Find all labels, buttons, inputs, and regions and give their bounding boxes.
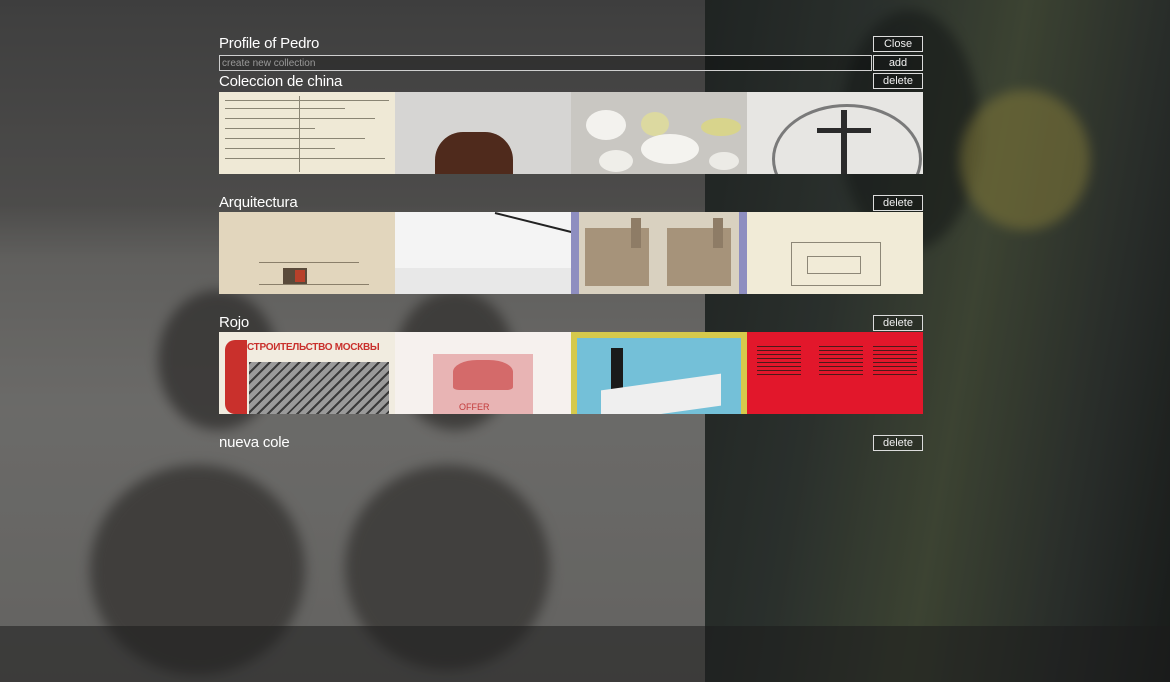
collection-nueva-cole: nueva cole delete [219, 432, 923, 452]
plate-rim [772, 104, 922, 174]
close-button[interactable]: Close [873, 36, 923, 52]
collection-header: Arquitectura delete [219, 192, 923, 212]
cross-horizontal [817, 128, 871, 133]
thumbnail-floor-plan[interactable] [747, 212, 923, 294]
thumbnail-cathedral-stereograph[interactable] [571, 212, 747, 294]
thumbnail-tea-set[interactable] [571, 92, 747, 174]
new-collection-row: add [219, 55, 923, 71]
collection-header: nueva cole delete [219, 432, 923, 452]
thumbnail-strip [219, 212, 923, 294]
thumbnail-moscow-construction-poster[interactable]: СТРОИТЕЛЬСТВО МОСКВЫ [219, 332, 395, 414]
delete-collection-button[interactable]: delete [873, 73, 923, 89]
offer-label: OFFER [459, 402, 490, 412]
profile-title: Profile of Pedro [219, 35, 320, 52]
thumbnail-architectural-sketch[interactable] [219, 212, 395, 294]
collection-rojo: Rojo delete СТРОИТЕЛЬСТВО МОСКВЫ OFFER [219, 312, 923, 414]
thumbnail-strip: СТРОИТЕЛЬСТВО МОСКВЫ OFFER [219, 332, 923, 414]
thumbnail-document-card[interactable] [219, 92, 395, 174]
profile-panel: Profile of Pedro Close add Coleccion de … [219, 33, 923, 452]
collection-header: Rojo delete [219, 312, 923, 332]
collection-coleccion-de-china: Coleccion de china delete [219, 72, 923, 174]
delete-collection-button[interactable]: delete [873, 435, 923, 451]
thumbnail-red-typographic-poster[interactable] [747, 332, 923, 414]
collection-name: Coleccion de china [219, 73, 343, 90]
add-collection-button[interactable]: add [873, 55, 923, 71]
thumbnail-red-print-offer[interactable]: OFFER [395, 332, 571, 414]
thumbnail-crucifix-plate[interactable] [747, 92, 923, 174]
cross-vertical [841, 110, 847, 174]
collection-name: Arquitectura [219, 194, 298, 211]
thumbnail-strip [219, 92, 923, 174]
thumbnail-industrial-poster[interactable] [571, 332, 747, 414]
new-collection-input[interactable] [219, 55, 872, 71]
collection-name: Rojo [219, 314, 250, 331]
collection-header: Coleccion de china delete [219, 72, 923, 92]
pot-shape [435, 132, 513, 174]
collection-arquitectura: Arquitectura delete [219, 192, 923, 294]
thumbnail-brown-pot[interactable] [395, 92, 571, 174]
delete-collection-button[interactable]: delete [873, 195, 923, 211]
collection-name: nueva cole [219, 434, 290, 451]
poster-headline: СТРОИТЕЛЬСТВО МОСКВЫ [247, 342, 380, 353]
profile-header: Profile of Pedro Close [219, 33, 923, 55]
delete-collection-button[interactable]: delete [873, 315, 923, 331]
thumbnail-white-interior[interactable] [395, 212, 571, 294]
